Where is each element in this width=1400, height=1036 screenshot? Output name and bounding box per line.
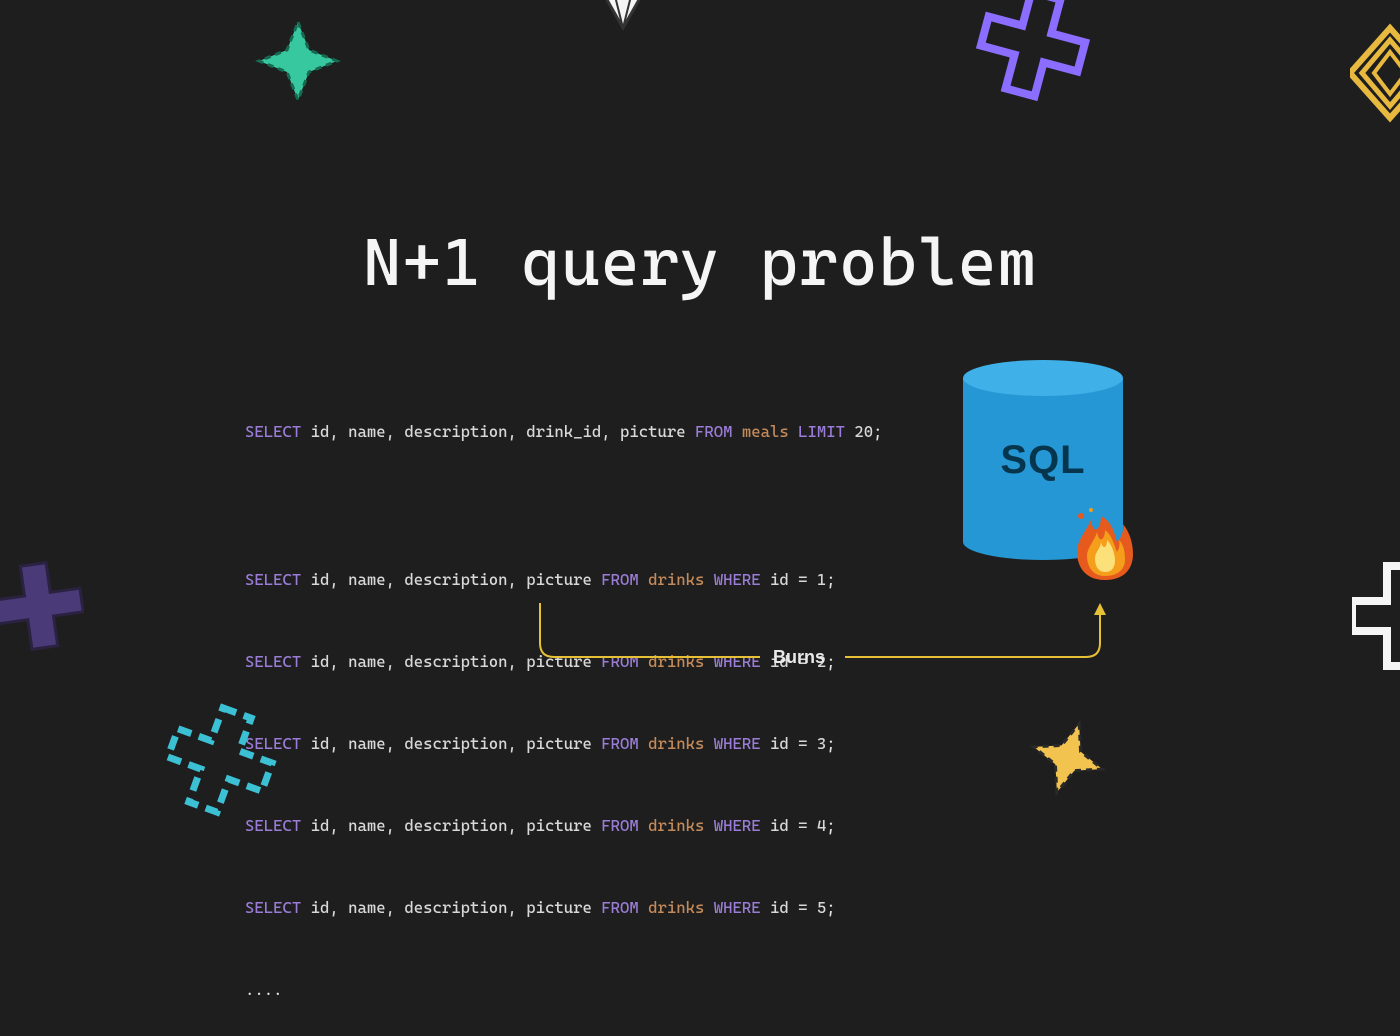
diamond-top-icon	[588, 0, 658, 34]
db-label: SQL	[1000, 438, 1085, 483]
kw-select: SELECT	[245, 570, 301, 589]
query-repeat: SELECT id, name, description, picture FR…	[245, 732, 883, 756]
kw-from: FROM	[601, 816, 639, 835]
where-cond: id = 4	[770, 816, 826, 835]
kw-where: WHERE	[714, 816, 761, 835]
table-name: drinks	[648, 816, 704, 835]
database-icon: SQL	[963, 360, 1133, 590]
query-columns: id, name, description, picture	[311, 898, 592, 917]
kw-where: WHERE	[714, 570, 761, 589]
query-columns: id, name, description, drink_id, picture	[311, 422, 686, 441]
diamond-yellow-icon	[1350, 18, 1400, 128]
query-initial: SELECT id, name, description, drink_id, …	[245, 420, 883, 444]
query-ellipsis: ....	[245, 978, 883, 1002]
table-name: meals	[742, 422, 789, 441]
db-top-ellipse	[963, 360, 1123, 396]
plus-cyan-icon	[160, 700, 280, 820]
fire-icon	[1073, 506, 1137, 580]
query-columns: id, name, description, picture	[311, 570, 592, 589]
star-yellow-icon	[1028, 718, 1108, 798]
table-name: drinks	[648, 570, 704, 589]
code-spacer	[245, 502, 883, 520]
where-cond: id = 5	[770, 898, 826, 917]
kw-select: SELECT	[245, 898, 301, 917]
query-repeat: SELECT id, name, description, picture FR…	[245, 896, 883, 920]
sql-code-block: SELECT id, name, description, drink_id, …	[245, 372, 883, 1036]
kw-from: FROM	[601, 898, 639, 917]
query-columns: id, name, description, picture	[311, 734, 592, 753]
kw-select: SELECT	[245, 652, 301, 671]
kw-where: WHERE	[714, 734, 761, 753]
kw-from: FROM	[695, 422, 733, 441]
query-repeat: SELECT id, name, description, picture FR…	[245, 568, 883, 592]
query-columns: id, name, description, picture	[311, 816, 592, 835]
plus-darkpurple-icon	[0, 556, 84, 656]
where-cond: id = 1	[770, 570, 826, 589]
burns-label: Burns	[773, 647, 825, 668]
kw-limit: LIMIT	[798, 422, 845, 441]
table-name: drinks	[648, 734, 704, 753]
table-name: drinks	[648, 898, 704, 917]
kw-where: WHERE	[714, 898, 761, 917]
kw-select: SELECT	[245, 422, 301, 441]
kw-from: FROM	[601, 734, 639, 753]
where-cond: id = 3	[770, 734, 826, 753]
plus-purple-icon	[973, 0, 1093, 104]
plus-white-icon	[1352, 556, 1400, 676]
kw-from: FROM	[601, 570, 639, 589]
star-teal-icon	[255, 18, 341, 104]
diagram-title: N+1 query problem	[363, 225, 1037, 301]
limit-value: 20	[854, 422, 873, 441]
query-repeat: SELECT id, name, description, picture FR…	[245, 814, 883, 838]
